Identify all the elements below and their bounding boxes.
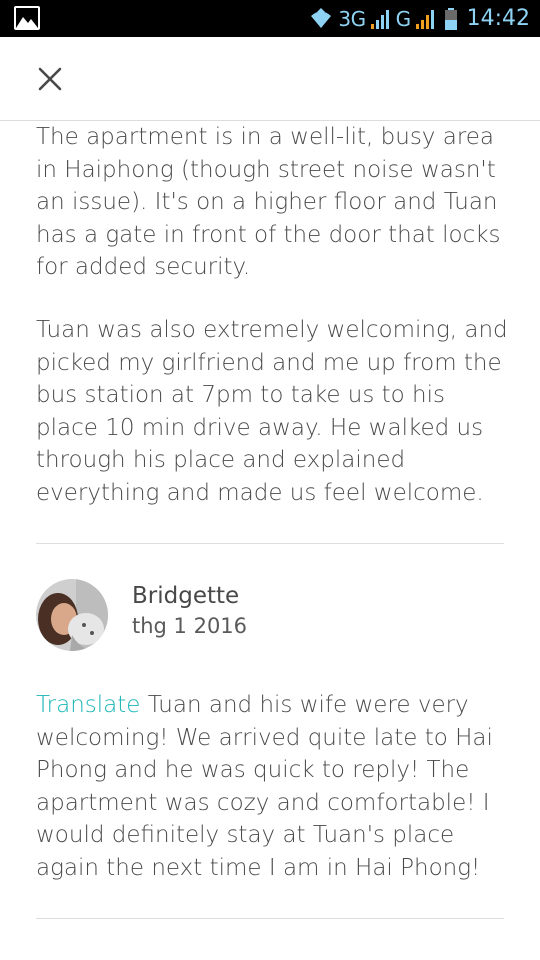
status-bar: 3G G 14:42 <box>0 0 540 37</box>
status-icons: 3G G 14:42 <box>308 0 530 37</box>
gallery-icon <box>14 6 40 30</box>
review-divider <box>36 918 504 919</box>
reviewer-name: Bridgette <box>132 583 240 609</box>
signal-bars-icon <box>370 9 389 29</box>
network-type-label-2: G <box>395 6 412 31</box>
battery-icon <box>444 7 457 30</box>
review-paragraph: Tuan was also extremely welcoming, and p… <box>36 317 508 506</box>
network-type-label: 3G <box>338 6 366 31</box>
modal-header <box>0 37 540 121</box>
close-icon <box>38 67 62 91</box>
review-divider <box>36 543 504 544</box>
signal-bars-icon <box>415 9 434 29</box>
review-text-block: Translate Tuan and his wife were very we… <box>36 689 512 884</box>
review-date: thg 1 2016 <box>132 614 248 638</box>
close-button[interactable] <box>30 59 70 99</box>
translate-link[interactable]: Translate <box>36 692 140 718</box>
wifi-icon <box>311 7 332 28</box>
avatar[interactable] <box>36 579 108 651</box>
review-paragraph: The apartment is in a well-lit, busy are… <box>36 124 501 280</box>
review-text: Tuan and his wife were very welcoming! W… <box>36 692 493 881</box>
status-time: 14:42 <box>466 6 530 31</box>
